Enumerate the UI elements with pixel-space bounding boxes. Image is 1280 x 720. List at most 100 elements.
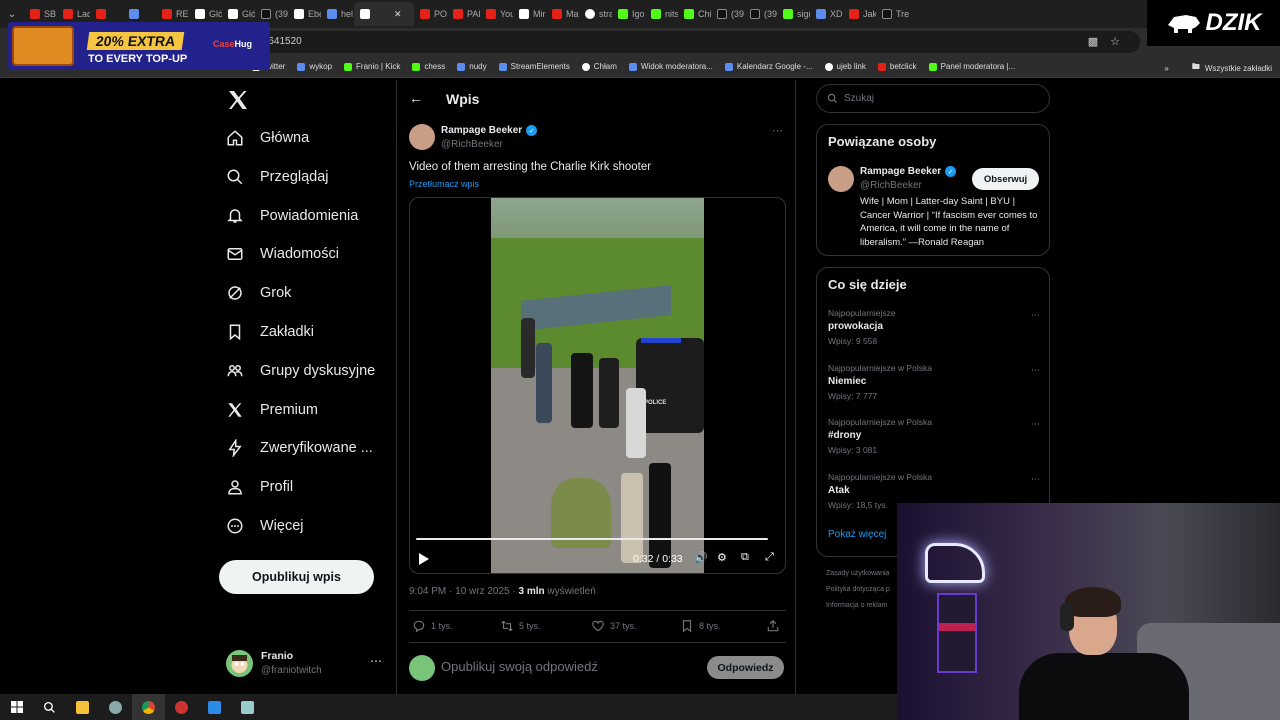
browser-tab[interactable]: stra — [579, 2, 612, 26]
share-action[interactable] — [766, 619, 780, 633]
browser-tab[interactable]: hel — [321, 2, 354, 26]
app-icon[interactable] — [99, 694, 132, 720]
volume-icon[interactable]: 🔊 — [694, 551, 708, 564]
browser-tab[interactable]: Jak — [843, 2, 876, 26]
close-tab-icon[interactable]: ✕ — [394, 9, 402, 20]
related-handle[interactable]: @RichBeeker — [860, 180, 922, 191]
nav-item-bookmark[interactable]: Zakładki — [226, 315, 314, 349]
video-progress-bar[interactable] — [416, 538, 769, 540]
windows-start-icon[interactable] — [0, 694, 33, 720]
browser-tab[interactable]: Tre — [876, 2, 909, 26]
nav-item-bell[interactable]: Powiadomienia — [226, 199, 358, 233]
install-app-icon[interactable]: ▩ — [1088, 35, 1098, 48]
fullscreen-icon[interactable]: ⤢ — [765, 551, 774, 564]
browser-tab[interactable]: (39 — [711, 2, 744, 26]
author-avatar[interactable] — [409, 124, 435, 150]
browser-tab[interactable]: Ma — [546, 2, 579, 26]
verified-badge-icon: ✓ — [526, 125, 538, 136]
avatar[interactable] — [828, 166, 854, 192]
bookmark-item[interactable]: chess — [412, 62, 445, 71]
reply-button[interactable]: Odpowiedz — [707, 656, 784, 679]
browser-tab[interactable]: (39 — [744, 2, 777, 26]
bookmark-item[interactable]: Kalendarz Google -... — [724, 62, 813, 71]
browser-tab[interactable]: sigr — [777, 2, 810, 26]
obs-icon[interactable] — [165, 694, 198, 720]
related-name[interactable]: Rampage Beeker ✓ — [860, 166, 957, 177]
bookmark-item[interactable]: ujeb link — [824, 62, 866, 71]
nav-item-lightning[interactable]: Zweryfikowane ... — [226, 431, 373, 465]
post-more-icon[interactable]: ⋯ — [772, 124, 783, 137]
browser-tab-label: You — [500, 9, 513, 19]
nav-item-more-circle[interactable]: Więcej — [226, 509, 304, 543]
bookmark-star-icon[interactable]: ☆ — [1110, 35, 1120, 48]
repost-action[interactable]: 5 tys. — [500, 619, 541, 633]
browser-tab[interactable]: ✕ — [354, 2, 414, 26]
chevron-right-icon[interactable]: » — [1164, 64, 1168, 73]
nav-item-home[interactable]: Główna — [226, 121, 309, 155]
show-more-link[interactable]: Pokaż więcej — [828, 529, 886, 540]
bookmark-item[interactable]: StreamElements — [498, 62, 570, 71]
nav-item-person[interactable]: Profil — [226, 470, 293, 504]
browser-tab[interactable]: nits — [645, 2, 678, 26]
back-arrow-icon[interactable]: ← — [409, 90, 423, 106]
video-person — [626, 388, 646, 458]
app-icon[interactable] — [198, 694, 231, 720]
chrome-icon[interactable] — [132, 694, 165, 720]
address-bar[interactable]: /7641520 — [250, 31, 1140, 53]
x-logo-icon[interactable] — [226, 88, 250, 112]
like-action[interactable]: 37 tys. — [591, 619, 637, 633]
browser-tab[interactable]: Igo — [612, 2, 645, 26]
bookmark-item[interactable]: nudy — [457, 62, 487, 71]
nav-item-people[interactable]: Grupy dyskusyjne — [226, 354, 375, 388]
x-favicon-icon — [228, 9, 238, 19]
trend-item[interactable]: Najpopularniejsze prowokacja Wpisy: 9 558 ⋯ — [828, 308, 1040, 352]
more-options-icon[interactable]: ⋯ — [370, 654, 382, 668]
settings-gear-icon[interactable]: ⚙ — [717, 551, 727, 564]
search-input[interactable]: Szukaj — [816, 84, 1050, 113]
trend-more-icon[interactable]: ⋯ — [1031, 474, 1040, 485]
trend-item[interactable]: Najpopularniejsze w Polska Niemiec Wpisy: … — [828, 363, 1040, 407]
browser-tab[interactable]: PAI — [447, 2, 480, 26]
translate-link[interactable]: Przetłumacz wpis — [409, 179, 479, 189]
play-icon[interactable] — [419, 553, 429, 565]
trend-item[interactable]: Najpopularniejsze w Polska #drony Wpisy: 3… — [828, 417, 1040, 461]
nav-item-grok[interactable]: Grok — [226, 276, 291, 310]
picture-in-picture-icon[interactable]: ⧉ — [741, 551, 749, 564]
author-name[interactable]: Rampage Beeker ✓ — [441, 125, 538, 136]
author-handle[interactable]: @RichBeeker — [441, 139, 503, 150]
browser-tab[interactable]: You — [480, 2, 513, 26]
reply-input[interactable]: Opublikuj swoją odpowiedź — [441, 659, 598, 674]
footer-link[interactable]: Zasady użytkowania — [826, 566, 890, 582]
post-button[interactable]: Opublikuj wpis — [219, 560, 374, 594]
trend-more-icon[interactable]: ⋯ — [1031, 310, 1040, 321]
bookmark-item[interactable]: Franio | Kick — [344, 62, 400, 71]
footer-link[interactable]: Informacja o reklam — [826, 598, 890, 614]
bookmark-item[interactable]: Chłam — [581, 62, 617, 71]
bookmark-action[interactable]: 8 tys. — [680, 619, 721, 633]
browser-tab[interactable]: Mir — [513, 2, 546, 26]
youtube-favicon-icon — [96, 9, 106, 19]
follow-button[interactable]: Obserwuj — [972, 168, 1039, 190]
browser-tab[interactable]: Ebe — [288, 2, 321, 26]
trend-more-icon[interactable]: ⋯ — [1031, 419, 1040, 430]
browser-tab[interactable]: Chi — [678, 2, 711, 26]
bookmark-item[interactable]: Panel moderatora |... — [928, 62, 1015, 71]
reply-action[interactable]: 1 tys. — [412, 619, 453, 633]
video-player[interactable]: POLICE 0:32 / 0:33 🔊 ⚙ ⧉ ⤢ — [409, 197, 786, 574]
bookmark-item[interactable]: betclick — [877, 62, 917, 71]
nav-item-search[interactable]: Przeglądaj — [226, 160, 329, 194]
file-explorer-icon[interactable] — [66, 694, 99, 720]
bookmark-item[interactable]: Widok moderatora... — [628, 62, 713, 71]
post-timestamp[interactable]: 9:04 PM · 10 wrz 2025 · — [409, 586, 519, 597]
trend-more-icon[interactable]: ⋯ — [1031, 365, 1040, 376]
footer-link[interactable]: Polityka dotycząca p — [826, 582, 890, 598]
nav-item-mail[interactable]: Wiadomości — [226, 237, 339, 271]
app-icon[interactable] — [231, 694, 264, 720]
nav-item-x[interactable]: Premium — [226, 393, 318, 427]
bookmark-item[interactable]: wykop — [297, 62, 332, 71]
all-bookmarks-folder[interactable]: » 🖿 Wszystkie zakładki — [1164, 61, 1272, 75]
taskbar-search-icon[interactable] — [33, 694, 66, 720]
browser-tab[interactable]: POL — [414, 2, 447, 26]
browser-tab[interactable]: XD — [810, 2, 843, 26]
account-switcher[interactable]: Franio @franiotwitch ⋯ — [226, 648, 386, 680]
